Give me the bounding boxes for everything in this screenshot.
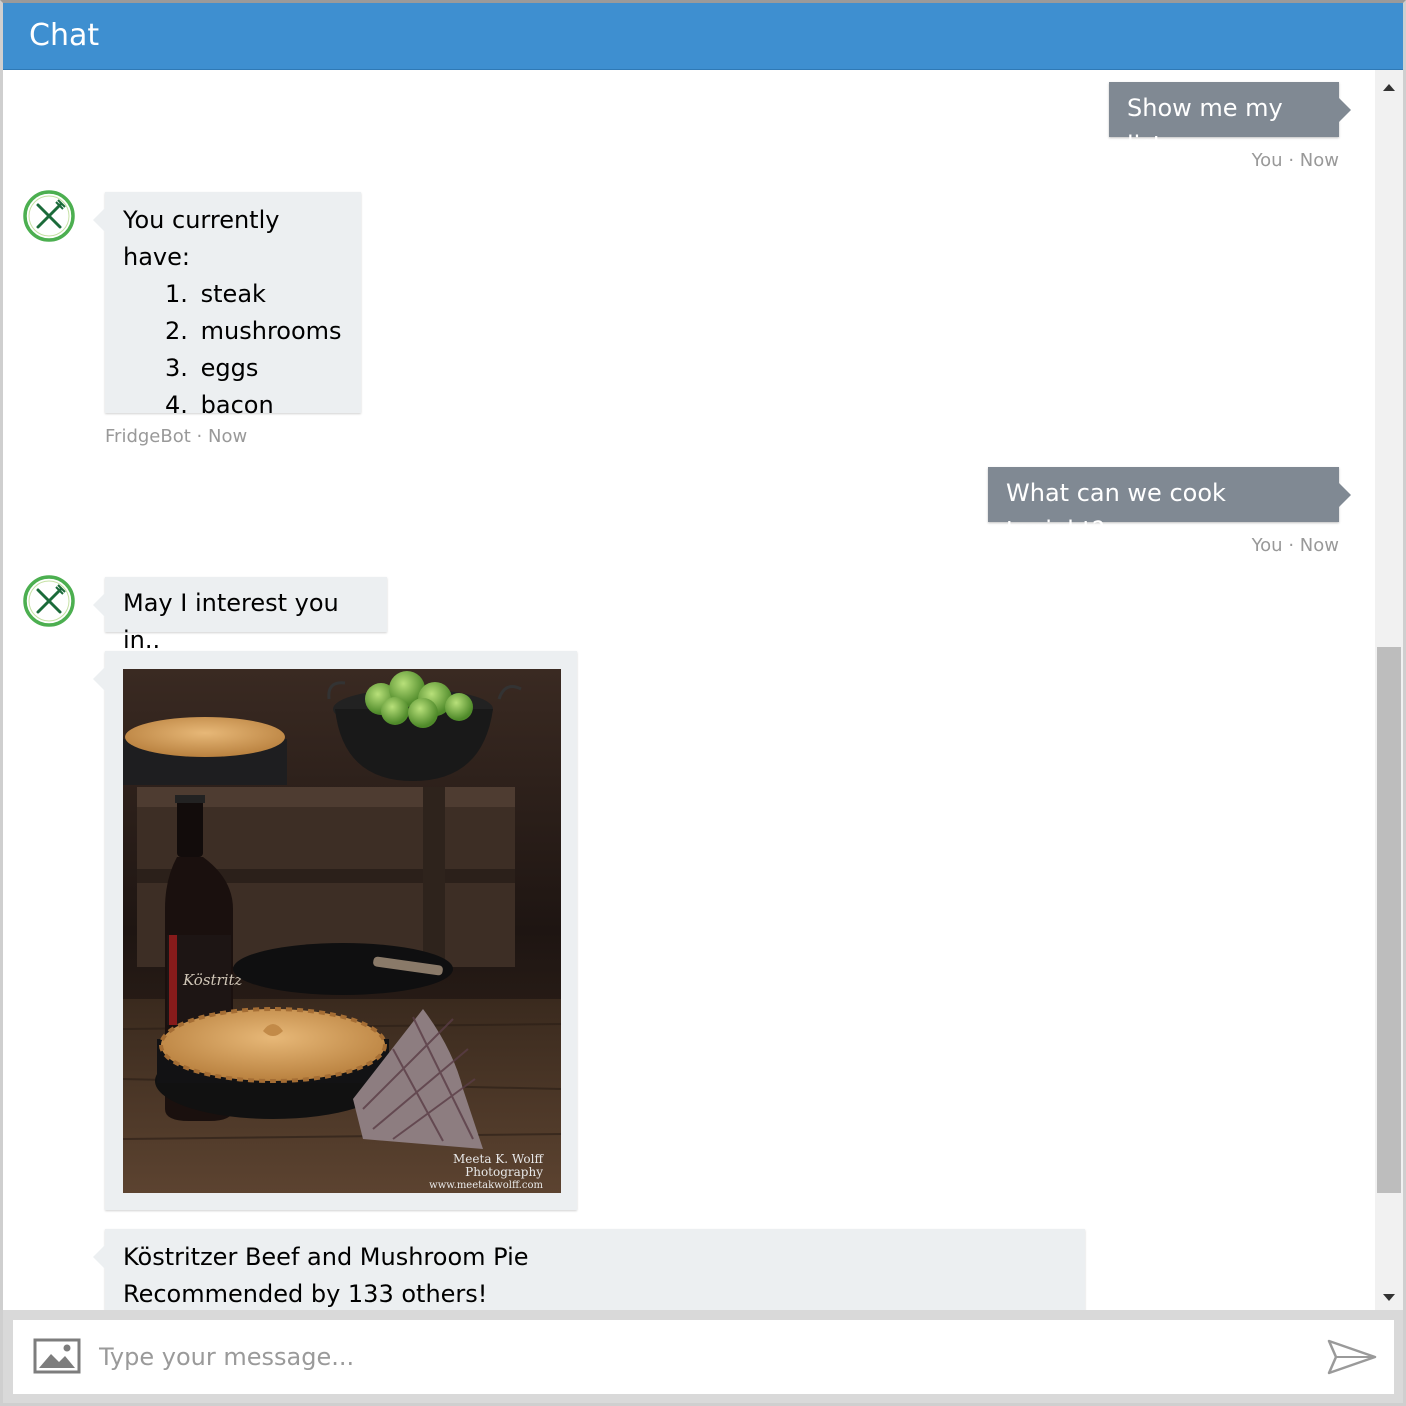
bot-message: You currently have: 1. steak 2. mushroom… (93, 192, 361, 419)
image-icon[interactable] (33, 1338, 81, 1378)
scrollbar-thumb[interactable] (1377, 647, 1401, 1193)
timestamp: Now (1299, 150, 1339, 171)
meta-separator: · (1288, 535, 1295, 556)
sender-name: You (1251, 150, 1283, 171)
chat-title: Chat (29, 18, 100, 53)
ingredient-list: 1. steak 2. mushrooms 3. eggs 4. bacon (123, 276, 343, 424)
message-text: May I interest you in.. (123, 589, 339, 654)
user-message: What can we cook tonight? (988, 467, 1351, 544)
bot-message: May I interest you in.. (93, 577, 387, 654)
meta-separator: · (196, 426, 203, 447)
message-meta: FridgeBot · Now (105, 426, 405, 448)
input-box (13, 1320, 1394, 1394)
send-icon[interactable] (1326, 1337, 1378, 1381)
credit-url: www.meetakwolff.com (429, 1180, 543, 1191)
history-scrollbar[interactable] (1375, 70, 1403, 1310)
message-meta: You · Now (1139, 150, 1339, 172)
list-item: 3. eggs (165, 354, 259, 382)
arrow-down-icon[interactable] (1383, 1294, 1395, 1301)
recipe-title: Köstritzer Beef and Mushroom Pie (123, 1243, 529, 1271)
user-message: Show me my list. (1109, 82, 1351, 159)
list-item: 1. steak (165, 280, 266, 308)
message-history[interactable]: Show me my list. You · Now You currently… (3, 70, 1375, 1310)
timestamp: Now (1299, 535, 1339, 556)
bot-message: Köstritzer Beef and Mushroom Pie Recomme… (93, 1229, 1085, 1310)
photo-credit: Meeta K. Wolff Photography www.meetakwol… (423, 1153, 543, 1192)
chat-window: Chat Show me my list. You · Now You curr… (0, 0, 1406, 1406)
list-item: 4. bacon (165, 391, 274, 419)
recipe-subtitle: Recommended by 133 others! (123, 1280, 488, 1308)
sender-name: You (1251, 535, 1283, 556)
message-input[interactable] (99, 1338, 1299, 1376)
list-intro: You currently have: (123, 206, 280, 271)
message-meta: You · Now (1139, 535, 1339, 557)
bottle-label: Köstritz (182, 971, 243, 989)
image-card[interactable]: Köstritz Meeta K. Wolff Photography www.… (93, 651, 577, 1210)
meta-separator: · (1288, 150, 1295, 171)
recipe-photo[interactable]: Köstritz Meeta K. Wolff Photography www.… (123, 669, 561, 1193)
credit-studio: Photography (465, 1165, 543, 1179)
timestamp: Now (208, 426, 248, 447)
sender-name: FridgeBot (105, 426, 191, 447)
input-bar (3, 1310, 1403, 1403)
bot-avatar-icon (22, 189, 76, 243)
list-item: 2. mushrooms (165, 317, 342, 345)
bot-avatar-icon (22, 574, 76, 628)
arrow-up-icon[interactable] (1383, 84, 1395, 91)
chat-header: Chat (3, 3, 1403, 70)
recipe-photo-art: Köstritz (123, 669, 561, 1193)
